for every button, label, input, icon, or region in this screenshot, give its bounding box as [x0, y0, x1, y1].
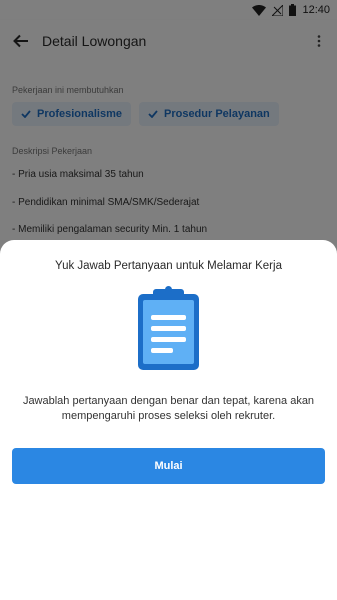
- clipboard-icon: [138, 286, 199, 370]
- sheet-description: Jawablah pertanyaan dengan benar dan tep…: [22, 395, 315, 422]
- start-button[interactable]: Mulai: [12, 448, 325, 484]
- apply-questions-sheet: Yuk Jawab Pertanyaan untuk Melamar Kerja…: [0, 240, 337, 600]
- sheet-title: Yuk Jawab Pertanyaan untuk Melamar Kerja: [55, 260, 282, 272]
